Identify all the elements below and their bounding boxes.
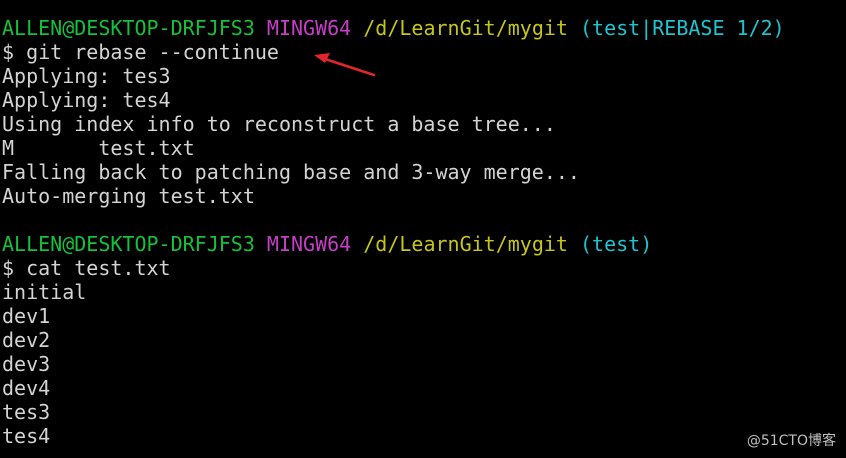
output-line: Using index info to reconstruct a base t… bbox=[2, 112, 556, 136]
prompt-branch: (test) bbox=[580, 232, 653, 256]
command-line: $ git rebase --continue bbox=[2, 40, 279, 64]
output-line: Applying: tes3 bbox=[2, 64, 171, 88]
output-line: Falling back to patching base and 3-way … bbox=[2, 160, 580, 184]
output-line: dev3 bbox=[2, 352, 51, 376]
output-line: tes4 bbox=[2, 424, 51, 448]
output-line: dev2 bbox=[2, 328, 51, 352]
prompt-user-host: ALLEN@DESKTOP-DRFJFS3 bbox=[2, 232, 255, 256]
red-arrow-icon bbox=[314, 53, 376, 77]
prompt-branch: (test|REBASE 1/2) bbox=[580, 16, 785, 40]
output-line: Applying: tes4 bbox=[2, 88, 171, 112]
prompt-user-host: ALLEN@DESKTOP-DRFJFS3 bbox=[2, 16, 255, 40]
prompt-system: MINGW64 bbox=[266, 16, 352, 40]
prompt-path: /d/LearnGit/mygit bbox=[363, 232, 568, 256]
output-line: initial bbox=[2, 280, 87, 304]
prompt-system: MINGW64 bbox=[266, 232, 352, 256]
output-line: dev4 bbox=[2, 376, 51, 400]
prompt-line: ALLEN@DESKTOP-DRFJFS3 MINGW64 /d/LearnGi… bbox=[2, 16, 785, 40]
watermark: @51CTO博客 bbox=[746, 433, 836, 449]
output-line: dev1 bbox=[2, 304, 51, 328]
output-line: tes3 bbox=[2, 400, 51, 424]
output-line: Auto-merging test.txt bbox=[2, 184, 255, 208]
output-line: M test.txt bbox=[2, 136, 195, 160]
prompt-line: ALLEN@DESKTOP-DRFJFS3 MINGW64 /d/LearnGi… bbox=[2, 232, 652, 256]
prompt-path: /d/LearnGit/mygit bbox=[363, 16, 568, 40]
command-line: $ cat test.txt bbox=[2, 256, 171, 280]
terminal-window[interactable]: ALLEN@DESKTOP-DRFJFS3 MINGW64 /d/LearnGi… bbox=[0, 0, 846, 458]
